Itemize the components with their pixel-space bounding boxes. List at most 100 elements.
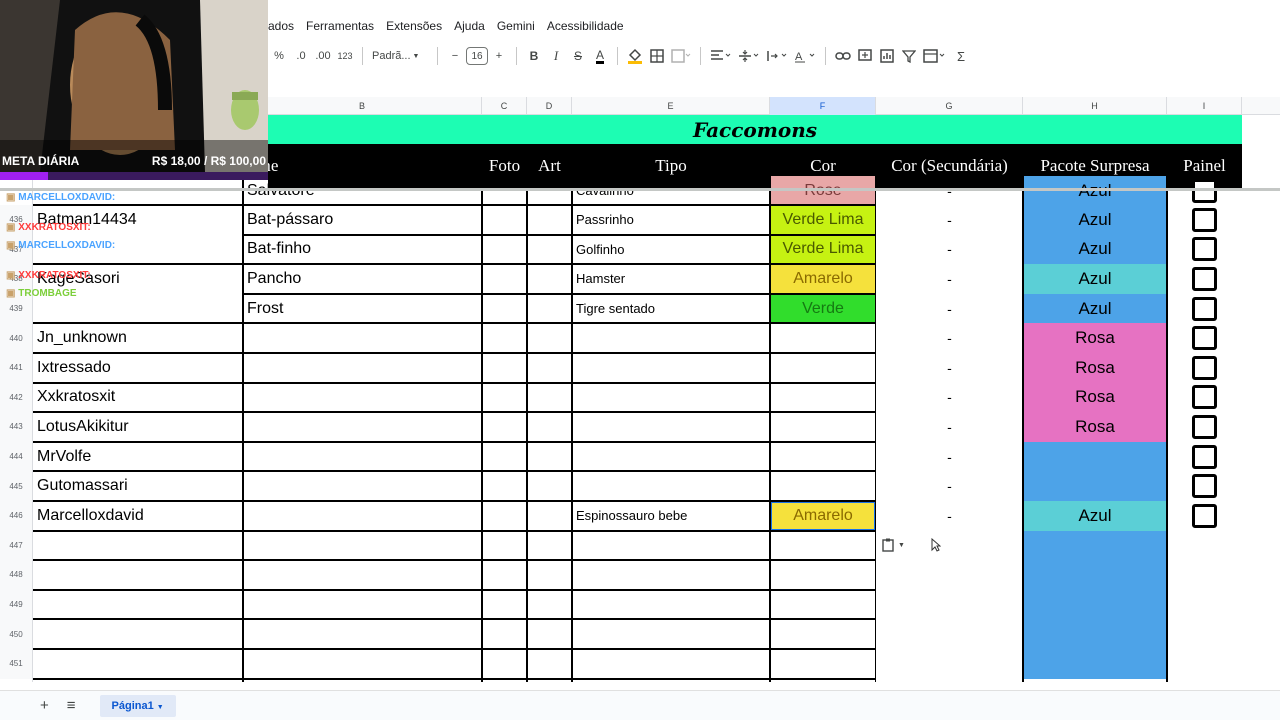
cell-username[interactable]: LotusAkikitur [33, 412, 243, 442]
cell-cor-secundaria[interactable] [876, 619, 1023, 649]
cell-cor[interactable] [770, 412, 876, 442]
cell-pet-name[interactable] [243, 649, 482, 679]
cell-username[interactable]: MrVolfe [33, 442, 243, 472]
cell-art[interactable] [527, 590, 572, 620]
cell-art[interactable] [527, 531, 572, 561]
cell-pacote[interactable] [1023, 560, 1167, 590]
row-number[interactable]: 448 [0, 560, 33, 590]
cell-username[interactable] [33, 619, 243, 649]
cell-cor[interactable] [770, 353, 876, 383]
cell-painel[interactable] [1167, 323, 1242, 353]
checkbox[interactable] [1192, 444, 1217, 469]
sheet-tab-pagina1[interactable]: Página1 ▼ [99, 694, 176, 717]
menu-item[interactable]: Acessibilidade [547, 19, 624, 33]
cell-art[interactable] [527, 235, 572, 265]
cell-username[interactable] [33, 590, 243, 620]
cell-cor[interactable] [770, 531, 876, 561]
cell-pacote[interactable]: Azul [1023, 264, 1167, 294]
cell-cor[interactable] [770, 323, 876, 353]
cell-tipo[interactable] [572, 649, 770, 679]
cell-cor[interactable]: Amarelo [770, 264, 876, 294]
cell-cor[interactable] [770, 649, 876, 679]
menu-item[interactable]: Gemini [497, 19, 535, 33]
cell-cor[interactable] [770, 442, 876, 472]
cell-tipo[interactable] [572, 531, 770, 561]
cell-pet-name[interactable]: Bat-pássaro [243, 205, 482, 235]
cell-painel[interactable] [1167, 294, 1242, 324]
row-number[interactable]: 446 [0, 501, 33, 531]
cell-art[interactable] [527, 501, 572, 531]
cell-painel[interactable] [1167, 383, 1242, 413]
cell-username[interactable]: Xxkratosxit [33, 383, 243, 413]
checkbox[interactable] [1192, 326, 1217, 351]
checkbox[interactable] [1192, 296, 1217, 321]
borders-button[interactable] [646, 44, 668, 68]
cell-pacote[interactable]: Rosa [1023, 412, 1167, 442]
checkbox[interactable] [1192, 355, 1217, 380]
cell-cor[interactable] [770, 560, 876, 590]
cell-art[interactable] [527, 383, 572, 413]
checkbox[interactable] [1192, 237, 1217, 262]
cell-foto[interactable] [482, 560, 527, 590]
cell-cor-secundaria[interactable]: - [876, 501, 1023, 531]
cell-foto[interactable] [482, 235, 527, 265]
checkbox[interactable] [1192, 414, 1217, 439]
cell-art[interactable] [527, 649, 572, 679]
cell-foto[interactable] [482, 412, 527, 442]
strikethrough-button[interactable]: S [567, 44, 589, 68]
font-family-select[interactable]: Padrã... ▼ [369, 44, 431, 68]
cell-cor-secundaria[interactable]: - [876, 412, 1023, 442]
percent-format-button[interactable]: % [268, 44, 290, 68]
number-format-button[interactable]: 123 [334, 44, 356, 68]
cell-pacote[interactable]: Azul [1023, 501, 1167, 531]
cell-cor-secundaria[interactable]: - [876, 471, 1023, 501]
filter-views-button[interactable] [920, 44, 950, 68]
functions-button[interactable]: Σ [950, 44, 972, 68]
cell-art[interactable] [527, 323, 572, 353]
cell-tipo[interactable] [572, 323, 770, 353]
cell-pet-name[interactable]: Frost [243, 294, 482, 324]
cell-art[interactable] [527, 294, 572, 324]
cell-pet-name[interactable] [243, 531, 482, 561]
cell-tipo[interactable] [572, 442, 770, 472]
cell-foto[interactable] [482, 264, 527, 294]
cell-painel[interactable] [1167, 412, 1242, 442]
cell-cor[interactable] [770, 590, 876, 620]
cell-painel[interactable] [1167, 471, 1242, 501]
increase-decimals-button[interactable]: .00 [312, 44, 334, 68]
cell-cor[interactable]: Amarelo [770, 501, 876, 531]
cell-cor-secundaria[interactable]: - [876, 235, 1023, 265]
column-header-g[interactable]: G [876, 97, 1023, 115]
menu-item[interactable]: Ferramentas [306, 19, 374, 33]
cell-tipo[interactable]: Passrinho [572, 205, 770, 235]
row-number[interactable]: 445 [0, 471, 33, 501]
cell-pacote[interactable] [1023, 530, 1167, 561]
cell-tipo[interactable] [572, 412, 770, 442]
cell-pacote[interactable] [1023, 471, 1167, 501]
insert-comment-button[interactable] [854, 44, 876, 68]
cell-username[interactable] [33, 560, 243, 590]
cell-pet-name[interactable] [243, 323, 482, 353]
cell-pet-name[interactable]: Pancho [243, 264, 482, 294]
cell-art[interactable] [527, 353, 572, 383]
cell-pet-name[interactable] [243, 501, 482, 531]
cell-art[interactable] [527, 205, 572, 235]
text-rotation-button[interactable]: A [791, 44, 819, 68]
menu-item[interactable]: ados [268, 19, 294, 33]
cell-pet-name[interactable] [243, 560, 482, 590]
cell-pet-name[interactable] [243, 353, 482, 383]
bold-button[interactable]: B [523, 44, 545, 68]
cell-tipo[interactable]: Tigre sentado [572, 294, 770, 324]
cell-pacote[interactable]: Azul [1023, 234, 1167, 265]
column-header-b[interactable]: B [243, 97, 482, 115]
row-number[interactable]: 449 [0, 589, 33, 620]
checkbox[interactable] [1192, 474, 1217, 499]
cell-pet-name[interactable] [243, 442, 482, 472]
column-header-f[interactable]: F [770, 97, 876, 115]
cell-foto[interactable] [482, 649, 527, 679]
cell-cor[interactable] [770, 471, 876, 501]
cell-foto[interactable] [482, 619, 527, 649]
cell-tipo[interactable] [572, 560, 770, 590]
row-number[interactable]: 441 [0, 353, 33, 383]
cell-painel[interactable] [1167, 353, 1242, 383]
